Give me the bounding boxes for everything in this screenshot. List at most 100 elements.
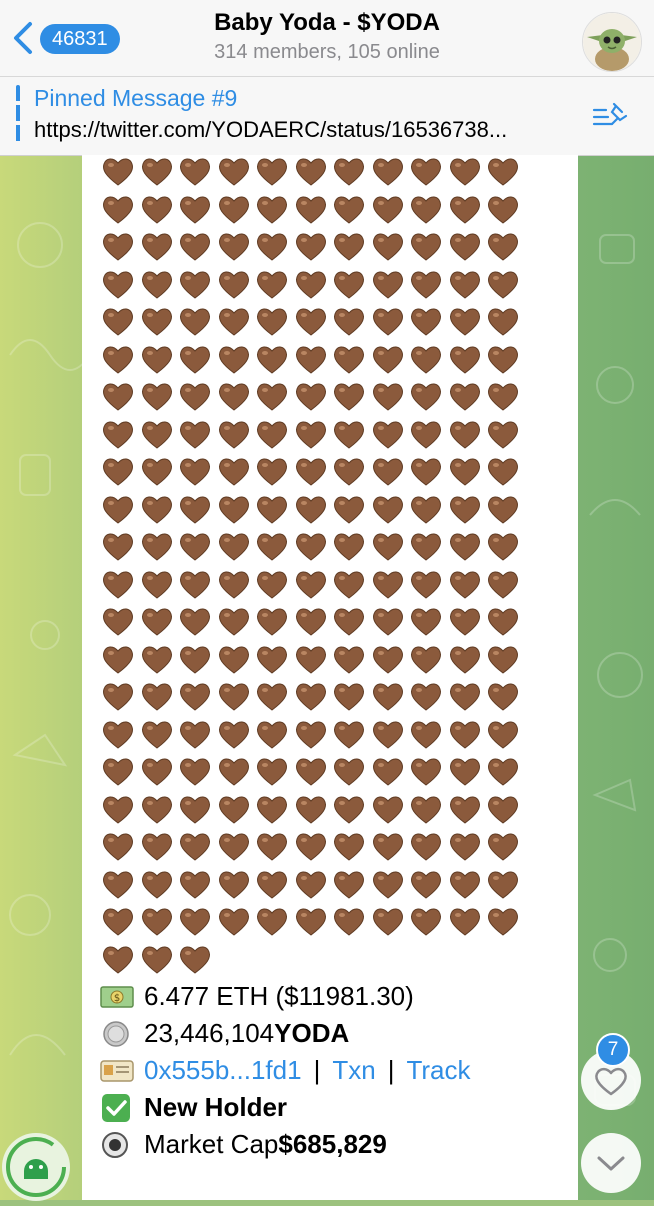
brown-heart-icon — [218, 458, 249, 486]
brown-heart-icon — [334, 271, 364, 299]
brown-heart-icon — [218, 871, 249, 899]
brown-heart-icon — [180, 458, 210, 486]
brown-heart-icon — [218, 421, 249, 449]
brown-heart-icon — [449, 683, 480, 711]
brown-heart-icon — [488, 646, 518, 674]
brown-heart-icon — [218, 308, 249, 336]
chat-title[interactable]: Baby Yoda - $YODA — [0, 9, 654, 37]
brown-heart-icon — [411, 496, 441, 524]
brown-heart-icon — [449, 158, 480, 186]
brown-heart-icon — [449, 383, 480, 411]
brown-heart-icon — [257, 458, 287, 486]
pinned-link[interactable]: https://twitter.com/YODAERC/status/16536… — [34, 117, 594, 143]
brown-heart-icon — [141, 271, 172, 299]
brown-heart-icon — [449, 571, 480, 599]
brown-heart-icon — [180, 721, 210, 749]
scroll-down-button[interactable] — [581, 1133, 641, 1193]
pinned-message-bar[interactable]: Pinned Message #9 https://twitter.com/YO… — [0, 77, 654, 156]
brown-heart-icon — [334, 346, 364, 374]
brown-heart-icon — [103, 271, 133, 299]
brown-heart-icon — [141, 908, 172, 936]
brown-heart-icon — [295, 683, 326, 711]
brown-heart-icon — [488, 458, 518, 486]
brown-hearts-grid — [100, 153, 580, 978]
brown-heart-icon — [180, 233, 210, 261]
brown-heart-icon — [218, 571, 249, 599]
brown-heart-icon — [411, 646, 441, 674]
txn-link[interactable]: Txn — [332, 1055, 375, 1086]
brown-heart-icon — [372, 533, 403, 561]
brown-heart-icon — [257, 796, 287, 824]
brown-heart-icon — [103, 383, 133, 411]
brown-heart-icon — [103, 908, 133, 936]
brown-heart-icon — [180, 833, 210, 861]
brown-heart-icon — [449, 196, 480, 224]
brown-heart-icon — [334, 721, 364, 749]
brown-heart-icon — [488, 871, 518, 899]
brown-heart-icon — [103, 608, 133, 636]
brown-heart-icon — [103, 458, 133, 486]
brown-heart-icon — [411, 871, 441, 899]
brown-heart-icon — [372, 421, 403, 449]
brown-heart-icon — [103, 308, 133, 336]
brown-heart-icon — [257, 721, 287, 749]
brown-heart-icon — [488, 496, 518, 524]
brown-heart-icon — [411, 683, 441, 711]
brown-heart-icon — [257, 608, 287, 636]
radio-button-icon — [102, 1131, 128, 1158]
brown-heart-icon — [295, 721, 326, 749]
brown-heart-icon — [372, 458, 403, 486]
brown-heart-icon — [257, 571, 287, 599]
brown-heart-icon — [488, 346, 518, 374]
brown-heart-icon — [411, 233, 441, 261]
brown-heart-icon — [141, 308, 172, 336]
brown-heart-icon — [372, 683, 403, 711]
brown-heart-icon — [334, 233, 364, 261]
brown-heart-icon — [488, 758, 518, 786]
brown-heart-icon — [488, 421, 518, 449]
brown-heart-icon — [180, 196, 210, 224]
brown-heart-icon — [103, 721, 133, 749]
brown-heart-icon — [334, 758, 364, 786]
brown-heart-icon — [449, 796, 480, 824]
brown-heart-icon — [372, 383, 403, 411]
brown-heart-icon — [180, 946, 210, 974]
brown-heart-icon — [449, 533, 480, 561]
brown-heart-icon — [411, 346, 441, 374]
brown-heart-icon — [488, 833, 518, 861]
wallet-address-link[interactable]: 0x555b...1fd1 — [144, 1055, 302, 1086]
brown-heart-icon — [372, 346, 403, 374]
brown-heart-icon — [218, 533, 249, 561]
market-cap-line: Market Cap $685,829 — [100, 1126, 570, 1163]
pinned-title: Pinned Message #9 — [34, 85, 238, 111]
brown-heart-icon — [372, 571, 403, 599]
reaction-count-badge: 7 — [596, 1033, 630, 1067]
brown-heart-icon — [449, 646, 480, 674]
brown-heart-icon — [257, 308, 287, 336]
brown-heart-icon — [103, 421, 133, 449]
brown-heart-icon — [334, 608, 364, 636]
brown-heart-icon — [372, 608, 403, 636]
brown-heart-icon — [488, 271, 518, 299]
brown-heart-icon — [218, 721, 249, 749]
buy-details: $ 6.477 ETH ($11981.30) 23,446,104 YODA … — [100, 978, 570, 1163]
brown-heart-icon — [218, 346, 249, 374]
brown-heart-icon — [334, 308, 364, 336]
separator: | — [313, 1055, 321, 1085]
brown-heart-icon — [257, 908, 287, 936]
group-avatar[interactable] — [582, 12, 642, 72]
brown-heart-icon — [295, 871, 326, 899]
brown-heart-icon — [411, 721, 441, 749]
token-amount-line: 23,446,104 YODA — [100, 1015, 570, 1052]
brown-heart-icon — [411, 908, 441, 936]
brown-heart-icon — [218, 271, 249, 299]
brown-heart-icon — [141, 383, 172, 411]
pin-list-icon[interactable] — [590, 96, 630, 136]
bot-shortcut-button[interactable] — [2, 1133, 70, 1201]
brown-heart-icon — [103, 571, 133, 599]
brown-heart-icon — [411, 196, 441, 224]
track-link[interactable]: Track — [406, 1055, 470, 1086]
brown-heart-icon — [449, 421, 480, 449]
message-bubble[interactable]: $ 6.477 ETH ($11981.30) 23,446,104 YODA … — [82, 155, 578, 1200]
brown-heart-icon — [334, 908, 364, 936]
